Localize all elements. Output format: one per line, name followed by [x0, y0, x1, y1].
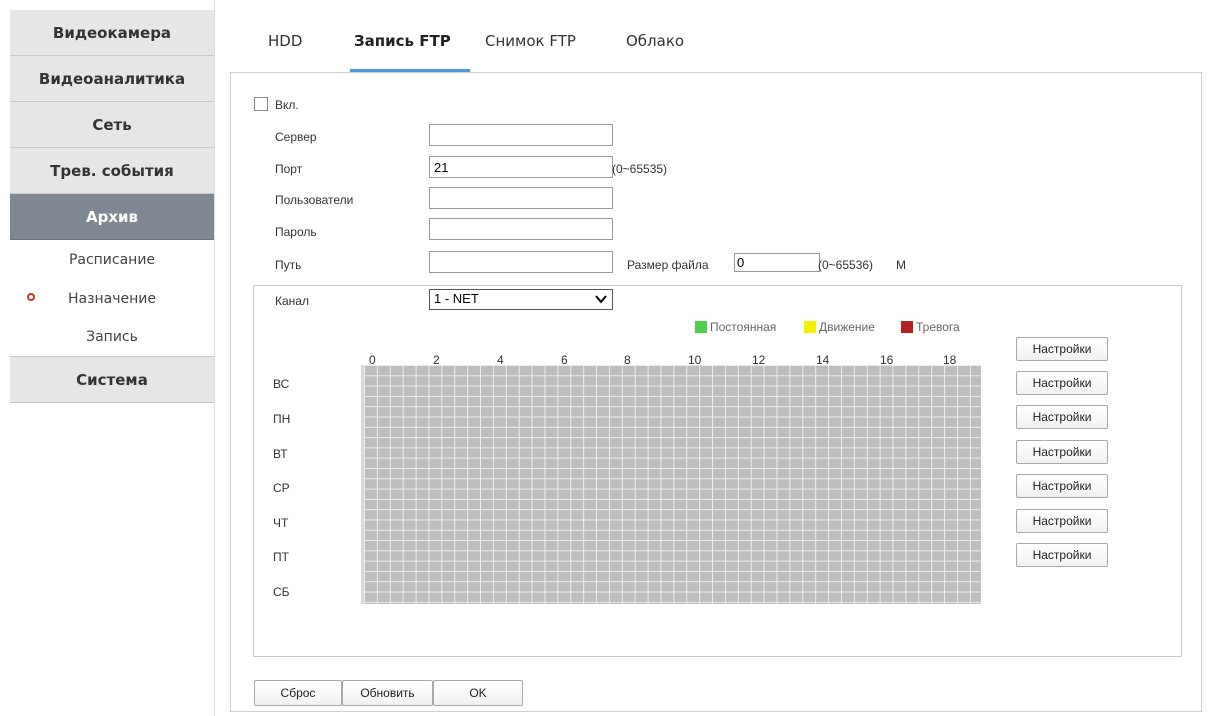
settings-button[interactable]: Настройки [1016, 440, 1108, 464]
legend-alarm-label: Тревога [916, 320, 960, 334]
day-label-fri: ПТ [273, 550, 289, 564]
users-label: Пользователи [275, 193, 354, 207]
password-input[interactable] [429, 218, 613, 240]
nav-item-system[interactable]: Система [10, 357, 214, 403]
nav-item-archive[interactable]: Архив [10, 194, 214, 240]
nav-item-videocamera[interactable]: Видеокамера [10, 10, 214, 56]
settings-button[interactable]: Настройки [1016, 405, 1108, 429]
nav-sub-schedule[interactable]: Расписание [10, 240, 214, 279]
legend-continuous-label: Постоянная [710, 320, 777, 334]
chevron-down-icon [595, 295, 607, 304]
enable-label: Вкл. [275, 98, 299, 112]
sidebar-divider [214, 0, 215, 716]
password-label: Пароль [275, 225, 317, 239]
channel-label: Канал [275, 294, 309, 308]
path-input[interactable] [429, 251, 613, 273]
port-input[interactable] [429, 156, 613, 178]
filesize-unit: M [896, 258, 906, 272]
day-label-mon: ПН [273, 412, 291, 426]
port-label: Порт [275, 162, 303, 176]
channel-select-value: 1 - NET [434, 291, 479, 306]
nav-item-network[interactable]: Сеть [10, 102, 214, 148]
path-label: Путь [275, 258, 302, 272]
nav-sub-schedule-label: Расписание [68, 251, 156, 268]
nav-item-alarm-events[interactable]: Трев. события [10, 148, 214, 194]
legend-motion-label: Движение [819, 320, 875, 334]
ok-button[interactable]: OK [433, 680, 523, 706]
server-label: Сервер [275, 130, 317, 144]
active-indicator-icon [27, 293, 35, 301]
legend-alarm-swatch [901, 321, 913, 333]
nav-sub-destination-label: Назначение [67, 290, 157, 307]
settings-button[interactable]: Настройки [1016, 337, 1108, 361]
day-label-sat: СБ [273, 585, 290, 599]
filesize-input[interactable] [734, 253, 820, 272]
refresh-button[interactable]: Обновить [342, 680, 433, 706]
users-input[interactable] [429, 187, 613, 209]
day-label-tue: ВТ [273, 447, 288, 461]
tab-cloud[interactable]: Облако [626, 32, 684, 50]
nav-item-videoanalytics[interactable]: Видеоаналитика [10, 56, 214, 102]
filesize-label: Размер файла [627, 258, 709, 272]
reset-button[interactable]: Сброс [254, 680, 342, 706]
tab-bar: HDD Запись FTP Снимок FTP Облако [230, 0, 1202, 72]
server-input[interactable] [429, 124, 613, 146]
tab-ftp-snapshot[interactable]: Снимок FTP [485, 32, 576, 50]
channel-select[interactable]: 1 - NET [429, 289, 613, 310]
schedule-grid[interactable] [361, 365, 981, 604]
settings-button[interactable]: Настройки [1016, 474, 1108, 498]
legend-motion-swatch [804, 321, 816, 333]
nav-sub-record[interactable]: Запись [10, 318, 214, 357]
settings-button[interactable]: Настройки [1016, 509, 1108, 533]
enable-checkbox[interactable] [254, 97, 268, 111]
nav-sub-record-label: Запись [86, 329, 138, 345]
tab-ftp-record[interactable]: Запись FTP [354, 32, 451, 50]
sidebar: Видеокамера Видеоаналитика Сеть Трев. со… [10, 10, 214, 403]
nav-sub-destination[interactable]: Назначение [10, 279, 214, 318]
settings-button[interactable]: Настройки [1016, 371, 1108, 395]
legend-continuous-swatch [695, 321, 707, 333]
filesize-range-hint: (0~65536) [818, 258, 874, 272]
day-label-thu: ЧТ [273, 516, 289, 530]
settings-button[interactable]: Настройки [1016, 543, 1108, 567]
day-label-wed: СР [273, 481, 290, 495]
day-label-sun: ВС [273, 377, 290, 391]
tab-hdd[interactable]: HDD [268, 32, 302, 50]
port-range-hint: (0~65535) [612, 162, 668, 176]
